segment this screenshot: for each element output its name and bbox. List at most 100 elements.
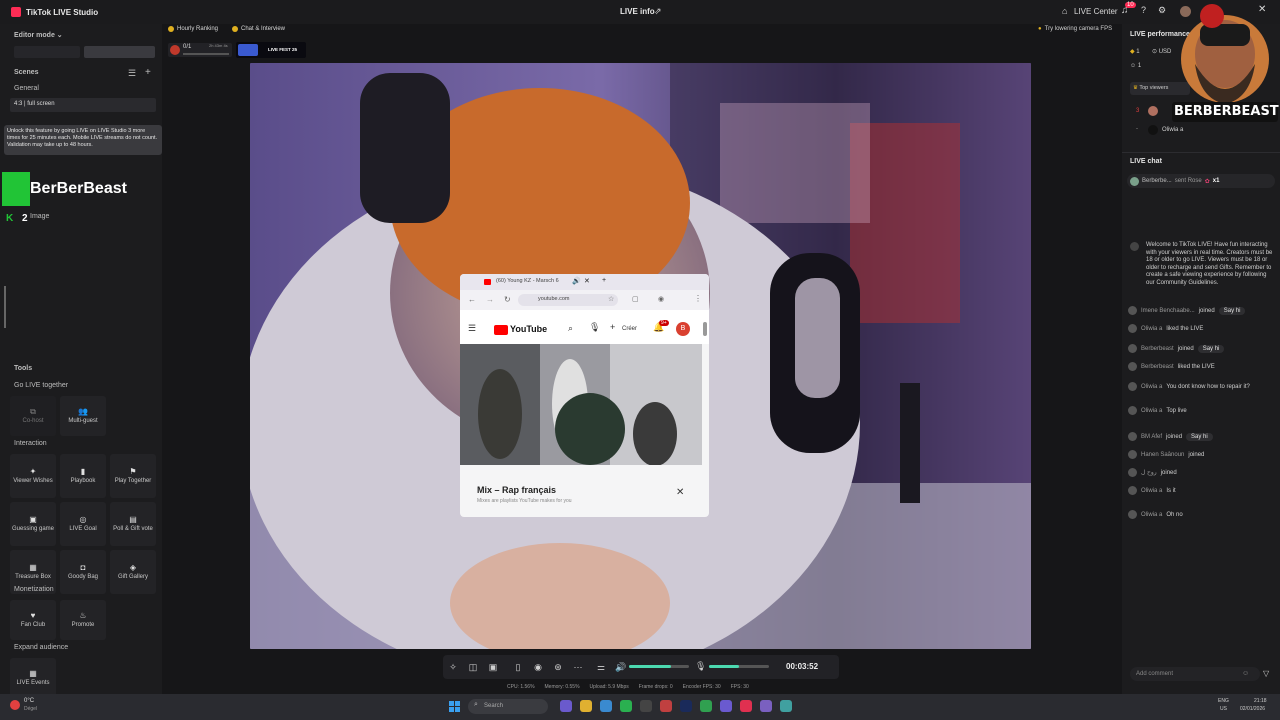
task-view-icon[interactable] [560,700,572,712]
live-goal-button[interactable]: ◎ LIVE Goal [60,502,106,546]
home-icon[interactable]: ⌂ [1062,6,1067,16]
clock-time[interactable]: 21:18 [1254,698,1267,704]
camera-settings-icon[interactable]: ⊛ [553,662,563,672]
magic-icon[interactable]: ✧ [448,662,458,672]
tab-close-icon[interactable]: ✕ [584,277,590,285]
record-icon[interactable]: ◉ [533,662,543,672]
app-icon[interactable] [640,700,652,712]
live-info-title[interactable]: LIVE info [620,7,655,16]
landscape-toggle[interactable] [84,46,155,58]
say-hi-button[interactable]: Say hi [1218,306,1246,315]
popup-scrollbar[interactable] [703,322,707,336]
filter-icon[interactable]: ▽ [1263,669,1269,678]
chrome-profile-icon[interactable] [660,700,672,712]
multiguest-button[interactable]: 👥 Multi-guest [60,396,106,436]
fan-club-button[interactable]: ♥ Fan Club [10,600,56,640]
tiktok-icon[interactable] [740,700,752,712]
cohost-button[interactable]: ⧉ Co-host [10,396,56,436]
mic-slider[interactable] [709,665,769,668]
say-hi-button[interactable]: Say hi [1186,432,1213,441]
guessing-game-button[interactable]: ▣ Guessing game [10,502,56,546]
terminal-icon[interactable] [700,700,712,712]
viewer-wishes-button[interactable]: ✦ Viewer Wishes [10,454,56,498]
popup-tab-title[interactable]: (60) Young KZ - Marsch 6 [496,278,559,284]
discord-icon[interactable] [720,700,732,712]
live-fest-banner[interactable]: LIVE FEST 25 [236,42,306,58]
share-icon[interactable]: ⇗ [654,6,662,17]
taskbar-search[interactable] [468,699,548,714]
comment-input[interactable]: Add comment [1130,667,1260,681]
chat-interview-tab[interactable]: Chat & Interview [232,26,285,32]
search-icon[interactable]: ⌕ [568,323,573,334]
settings-icon[interactable]: ⚙ [1158,5,1166,16]
portrait-toggle[interactable] [14,46,80,58]
live-events-button[interactable]: ▦ LIVE Events [10,658,56,698]
phone-icon[interactable]: ▯ [513,662,523,672]
hamburger-icon[interactable]: ☰ [468,323,476,334]
yt-avatar[interactable]: B [676,322,690,336]
effects-icon[interactable]: ◫ [468,662,478,672]
speaker-icon[interactable]: 🔊 [572,277,581,285]
layout-icon[interactable]: ▣ [488,662,498,672]
mic-icon[interactable]: 🎙 [589,322,600,333]
youtube-wordmark[interactable]: YouTube [510,324,547,334]
new-tab-icon[interactable]: + [602,277,606,284]
create-plus-icon[interactable]: + [610,322,615,332]
promote-button[interactable]: ♨ Promote [60,600,106,640]
chat-username[interactable]: Oliwia a [1141,512,1162,518]
live-center-link[interactable]: LIVE Center [1074,7,1118,16]
chrome-icon[interactable] [620,700,632,712]
back-icon[interactable]: ← [468,295,476,304]
mic-icon[interactable]: 🎙 [695,661,706,672]
volume-slider[interactable] [629,665,689,668]
list-icon[interactable]: ☰ [128,68,136,79]
help-icon[interactable]: ? [1141,5,1146,15]
forward-icon[interactable]: → [486,295,494,304]
mixer-icon[interactable]: ⚌ [596,662,606,672]
gift-gallery-button[interactable]: ◈ Gift Gallery [110,550,156,594]
ranking-widget[interactable]: 0/1 2h 43m 4s [168,43,232,57]
fps-hint[interactable]: ● Try lowering camera FPS [1038,26,1112,32]
chat-username[interactable]: Hanen Saânoun [1141,452,1184,458]
goody-bag-button[interactable]: ◘ Goody Bag [60,550,106,594]
chat-username[interactable]: BM Afef [1141,434,1162,440]
mix-close-icon[interactable]: ✕ [676,487,684,498]
weather-temp[interactable]: 0°C [24,698,34,704]
playbook-button[interactable]: ▮ Playbook [60,454,106,498]
more-icon[interactable]: ⋯ [573,662,583,672]
app2-icon[interactable] [760,700,772,712]
windows-start-icon[interactable] [449,701,461,713]
add-scene-icon[interactable]: + [145,67,151,78]
video-thumbnail[interactable] [460,344,702,466]
menu-dots-icon[interactable]: ⋮ [694,294,702,303]
youtube-popup-window[interactable]: (60) Young KZ - Marsch 6 🔊 ✕ + ← → ↻ you… [460,274,709,517]
chat-username[interactable]: Oliwia a [1141,408,1162,414]
play-together-button[interactable]: ⚑ Play Together [110,454,156,498]
chat-username[interactable]: Berberbeast [1141,364,1174,370]
chat-username[interactable]: Oliwia a [1141,488,1162,494]
extensions-icon[interactable]: ▢ [632,295,639,303]
chat-username[interactable]: روح ل [1141,469,1157,476]
hourly-ranking-tab[interactable]: Hourly Ranking [168,26,218,32]
chat-username[interactable]: Imene Benchaabe... [1141,308,1195,314]
create-button[interactable]: Créer [622,326,637,332]
edge-icon[interactable] [600,700,612,712]
reload-icon[interactable]: ↻ [504,295,511,304]
chat-username[interactable]: Berberbeast [1141,346,1174,352]
file-explorer-icon[interactable] [580,700,592,712]
poll-gift-button[interactable]: ▤ Poll & Gift vote [110,502,156,546]
bookmark-icon[interactable]: ☆ [608,295,614,303]
chat-username[interactable]: Oliwia a [1141,384,1162,390]
chat-username[interactable]: Oliwia a [1141,326,1162,332]
profile-icon[interactable]: ◉ [658,295,664,303]
app3-icon[interactable] [780,700,792,712]
mix-title[interactable]: Mix – Rap français [477,485,556,495]
emoji-icon[interactable]: ☺ [1242,670,1249,677]
scrollbar[interactable] [4,286,6,328]
editor-mode-dropdown[interactable]: Editor mode ⌄ [14,31,63,39]
lang-indicator[interactable]: ENG [1218,698,1229,704]
malwarebytes-icon[interactable] [680,700,692,712]
scene-item[interactable]: 4:3 | full screen [10,98,156,112]
say-hi-button[interactable]: Say hi [1197,344,1225,353]
volume-icon[interactable]: 🔊 [615,662,626,672]
